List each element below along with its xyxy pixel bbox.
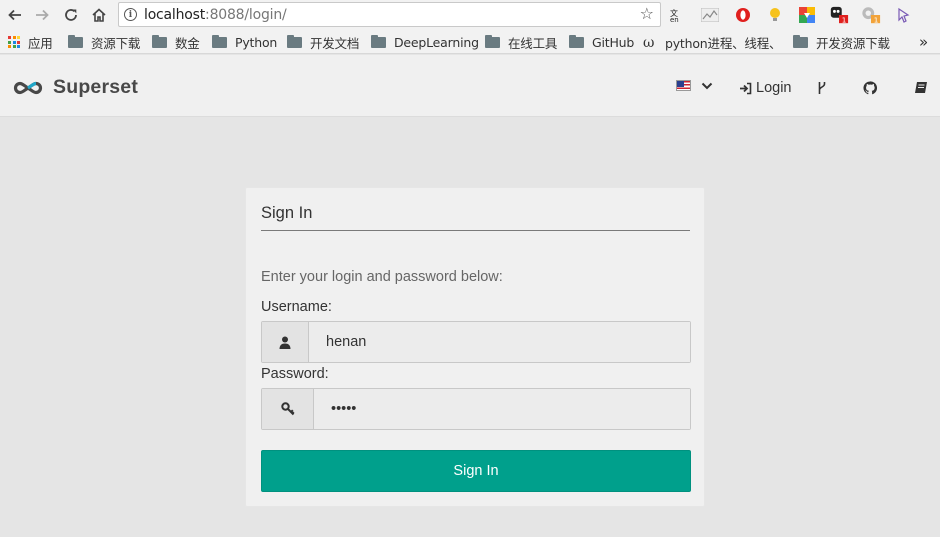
- folder-icon: [793, 34, 808, 48]
- browser-toolbar: i localhost:8088/login/ ☆ 文 en 1 1: [0, 0, 940, 30]
- extension-badge: 1: [874, 15, 879, 24]
- bookmark-folder[interactable]: 资源下载: [68, 34, 141, 51]
- arrow-left-icon: [8, 9, 21, 21]
- folder-icon: [212, 34, 227, 48]
- login-hint: Enter your login and password below:: [261, 269, 503, 285]
- username-label: Username:: [261, 299, 332, 315]
- panel-title: Sign In: [261, 204, 313, 222]
- bookmark-folder[interactable]: 数金: [152, 34, 200, 51]
- reload-button[interactable]: [60, 4, 82, 26]
- translate-extension-icon[interactable]: 文 en: [668, 5, 688, 25]
- bookmark-label: 资源下载: [91, 35, 141, 51]
- url-host: localhost: [144, 7, 206, 23]
- folder-icon: [287, 34, 302, 48]
- bookmark-folder[interactable]: Python: [212, 34, 277, 50]
- omega-page-icon: ω: [643, 35, 654, 50]
- folder-icon: [485, 34, 500, 48]
- username-input[interactable]: [309, 322, 690, 362]
- svg-text:en: en: [670, 16, 679, 23]
- documentation-link[interactable]: [914, 81, 928, 94]
- url-path: :8088/login/: [205, 7, 287, 23]
- apps-grid-icon: [8, 36, 20, 48]
- overflow-label: »: [919, 33, 928, 51]
- url-text[interactable]: localhost:8088/login/: [144, 7, 287, 23]
- home-icon: [92, 8, 106, 22]
- password-label: Password:: [261, 366, 329, 382]
- superset-logo-icon: [12, 80, 44, 96]
- forward-button[interactable]: [31, 4, 53, 26]
- login-label: Login: [756, 80, 792, 96]
- google-extension-icon[interactable]: [797, 5, 817, 25]
- book-icon: [915, 82, 927, 93]
- sign-in-button[interactable]: Sign In: [261, 450, 691, 492]
- extension-badge: 1: [842, 15, 847, 24]
- code-branch-icon: [818, 82, 826, 94]
- bookmarks-bar: 应用 资源下载 数金 Python 开发文档 DeepLearning 在线工具…: [0, 30, 940, 54]
- ghostery-extension-icon[interactable]: 1: [829, 5, 849, 25]
- language-dropdown[interactable]: [676, 80, 713, 91]
- app-navbar: Superset Login: [0, 55, 940, 117]
- username-input-group: [261, 321, 691, 363]
- bookmark-page[interactable]: ω python进程、线程、: [643, 34, 782, 51]
- github-link[interactable]: [863, 81, 877, 95]
- bookmark-label: Python: [235, 34, 278, 50]
- folder-icon: [569, 34, 584, 48]
- chevron-down-icon: [701, 82, 713, 89]
- bookmark-apps[interactable]: 应用: [8, 34, 53, 51]
- address-bar[interactable]: i localhost:8088/login/ ☆: [118, 2, 661, 27]
- circle-extension-icon[interactable]: 1: [861, 5, 881, 25]
- bookmark-label: 应用: [28, 35, 53, 51]
- bookmark-label: python进程、线程、: [665, 35, 782, 51]
- bookmark-star-icon[interactable]: ☆: [640, 6, 654, 23]
- key-icon: [262, 389, 314, 429]
- bookmark-label: GitHub: [592, 34, 635, 50]
- info-icon[interactable]: i: [124, 8, 137, 21]
- folder-icon: [371, 34, 386, 48]
- back-button[interactable]: [4, 4, 26, 26]
- opera-extension-icon[interactable]: [733, 5, 753, 25]
- brand[interactable]: Superset: [12, 76, 138, 99]
- bookmark-folder[interactable]: 开发文档: [287, 34, 360, 51]
- folder-icon: [152, 34, 167, 48]
- bookmark-label: 开发资源下载: [816, 35, 890, 51]
- bookmark-folder[interactable]: DeepLearning: [371, 34, 479, 50]
- svg-text:ω: ω: [643, 35, 654, 50]
- brand-name: Superset: [53, 76, 139, 98]
- version-branch-button[interactable]: [817, 81, 827, 95]
- bookmark-label: 开发文档: [310, 35, 360, 51]
- us-flag-icon: [676, 80, 691, 91]
- login-panel: Sign In Enter your login and password be…: [245, 187, 705, 507]
- folder-icon: [68, 34, 83, 48]
- reload-icon: [65, 9, 77, 21]
- github-icon: [863, 81, 877, 95]
- bookmark-folder[interactable]: GitHub: [569, 34, 634, 50]
- bookmark-label: 数金: [175, 35, 200, 51]
- lightbulb-extension-icon[interactable]: [765, 5, 785, 25]
- bookmark-folder[interactable]: 在线工具: [485, 34, 558, 51]
- sign-in-icon: [740, 82, 752, 94]
- bookmarks-overflow-button[interactable]: »: [919, 33, 928, 51]
- password-input[interactable]: [314, 389, 690, 429]
- home-button[interactable]: [88, 4, 110, 26]
- bookmark-folder[interactable]: 开发资源下载: [793, 34, 890, 51]
- chart-extension-icon[interactable]: [700, 5, 720, 25]
- bookmark-label: DeepLearning: [394, 34, 479, 50]
- cursor-extension-icon[interactable]: [893, 5, 913, 25]
- user-icon: [262, 322, 309, 362]
- panel-heading: Sign In: [261, 188, 690, 231]
- arrow-right-icon: [36, 9, 49, 21]
- password-input-group: [261, 388, 691, 430]
- bookmark-label: 在线工具: [508, 35, 558, 51]
- login-link[interactable]: Login: [739, 80, 791, 96]
